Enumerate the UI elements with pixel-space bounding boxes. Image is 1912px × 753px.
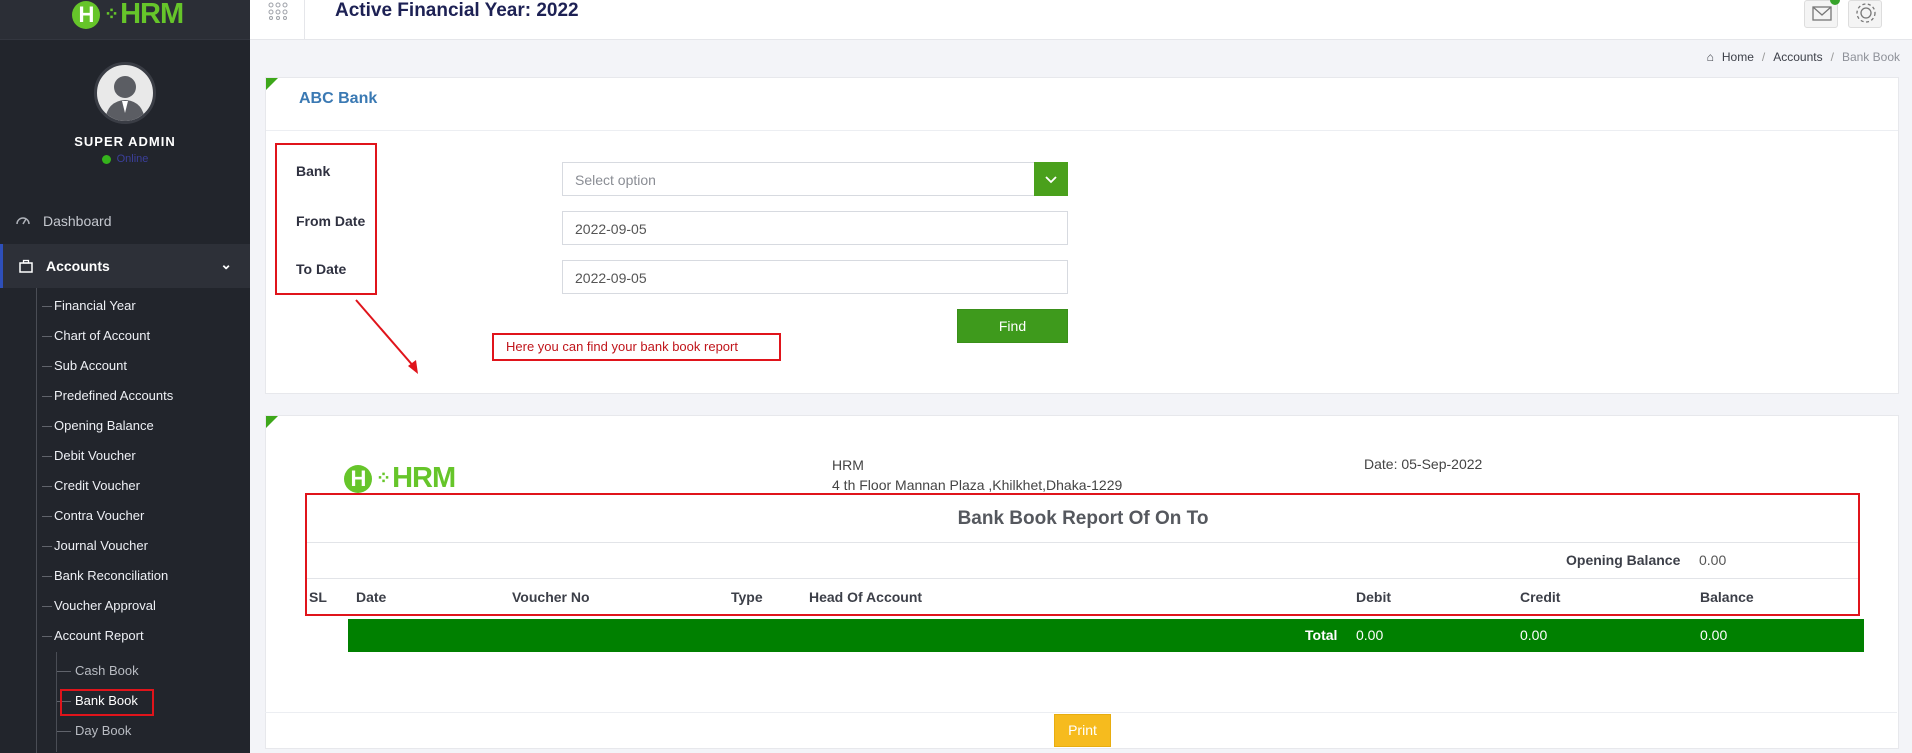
report-date: Date: 05-Sep-2022	[1364, 456, 1483, 472]
avatar[interactable]	[94, 62, 156, 124]
logo-text: HRM	[120, 0, 184, 30]
report-logo: H ⁘ HRM	[344, 462, 456, 495]
total-row: Total 0.00 0.00 0.00	[348, 619, 1864, 652]
company-address: 4 th Floor Mannan Plaza ,Khilkhet,Dhaka-…	[832, 477, 1123, 493]
user-name: SUPER ADMIN	[74, 134, 176, 149]
sidebar-item-cash-book[interactable]: Cash Book	[57, 663, 139, 678]
tree-line-nested	[56, 652, 57, 752]
breadcrumb-separator: /	[1761, 50, 1766, 64]
sidebar-item-contra-voucher[interactable]: Contra Voucher	[41, 508, 144, 523]
breadcrumb: ⌂ Home / Accounts / Bank Book	[1707, 50, 1900, 64]
report-header-highlight	[305, 493, 1860, 616]
logo-dots-icon: ⁘	[376, 468, 391, 488]
sidebar-item-voucher-approval[interactable]: Voucher Approval	[42, 598, 156, 613]
sidebar-item-label: Accounts	[46, 258, 110, 274]
tree-line	[36, 288, 37, 753]
total-balance: 0.00	[1700, 627, 1728, 643]
company-name: HRM	[832, 457, 864, 473]
logo-mark-icon: H	[72, 0, 100, 29]
card-title: ABC Bank	[299, 90, 378, 107]
sidebar-item-sub-account[interactable]: Sub Account	[42, 358, 127, 373]
header-divider	[304, 0, 305, 40]
to-date-input[interactable]: 2022-09-05	[562, 260, 1068, 294]
home-icon: ⌂	[1706, 50, 1714, 64]
chevron-down-icon[interactable]: ⌄	[220, 256, 232, 273]
apps-grid-icon[interactable]	[268, 2, 288, 20]
logo-dots-icon: ⁘	[104, 4, 119, 24]
print-button[interactable]: Print	[1054, 714, 1111, 747]
sidebar-logo-bar: H ⁘ HRM	[0, 0, 250, 40]
sidebar-item-day-book[interactable]: Day Book	[56, 723, 131, 738]
card-corner	[266, 416, 278, 428]
sidebar-item-label: Dashboard	[43, 213, 112, 229]
total-label: Total	[1305, 627, 1338, 643]
mail-icon	[1812, 6, 1832, 21]
sidebar-item-opening-balance[interactable]: Opening Balance	[42, 418, 154, 433]
bank-book-highlight	[60, 689, 154, 716]
sidebar-item-bank-reconciliation[interactable]: Bank Reconciliation	[41, 568, 168, 583]
bank-select-dropdown-button[interactable]	[1034, 162, 1068, 196]
mail-button[interactable]	[1804, 0, 1840, 28]
find-button[interactable]: Find	[957, 309, 1068, 343]
sidebar-item-predefined-accounts[interactable]: Predefined Accounts	[41, 388, 173, 403]
total-debit: 0.00	[1356, 627, 1384, 643]
breadcrumb-current: Bank Book	[1841, 50, 1900, 64]
print-divider	[265, 712, 1897, 713]
sidebar-item-chart-of-account[interactable]: Chart of Account	[41, 328, 150, 343]
sidebar-item-credit-voucher[interactable]: Credit Voucher	[42, 478, 140, 493]
app-logo[interactable]: H ⁘ HRM	[72, 0, 184, 31]
from-date-input[interactable]: 2022-09-05	[562, 211, 1068, 245]
user-status-text: Online	[116, 153, 149, 165]
bank-select[interactable]: Select option	[562, 162, 1068, 196]
user-status: Online	[0, 153, 250, 165]
labels-highlight	[275, 143, 377, 295]
sidebar-item-accounts[interactable]: Accounts ⌄	[0, 244, 250, 288]
chevron-down-icon	[1045, 176, 1057, 184]
sidebar-item-debit-voucher[interactable]: Debit Voucher	[42, 448, 136, 463]
annotation-note: Here you can find your bank book report	[492, 333, 781, 361]
card-divider	[266, 130, 1898, 131]
breadcrumb-separator: /	[1830, 50, 1834, 64]
total-credit: 0.00	[1520, 627, 1548, 643]
sidebar-item-financial-year[interactable]: Financial Year	[42, 298, 136, 313]
sidebar-item-account-report[interactable]: Account Report	[42, 628, 144, 643]
sidebar-item-dashboard[interactable]: Dashboard	[0, 210, 250, 232]
breadcrumb-accounts[interactable]: Accounts	[1773, 50, 1822, 64]
briefcase-icon	[19, 259, 33, 273]
card-corner	[266, 78, 278, 90]
breadcrumb-home[interactable]: Home	[1722, 50, 1754, 64]
user-profile: SUPER ADMIN Online	[0, 62, 250, 165]
settings-button[interactable]	[1848, 0, 1882, 28]
dashboard-gauge-icon	[16, 217, 30, 225]
sidebar-item-journal-voucher[interactable]: Journal Voucher	[42, 538, 148, 553]
page-title: Active Financial Year: 2022	[335, 0, 579, 21]
online-dot-icon	[101, 154, 111, 164]
sidebar: H ⁘ HRM SUPER ADMIN Online Dashboard Accou…	[0, 0, 250, 753]
report-logo-text: HRM	[392, 462, 456, 494]
annotation-arrow-icon	[355, 299, 418, 374]
logo-mark-icon: H	[344, 464, 372, 493]
company-address-block: HRM 4 th Floor Mannan Plaza ,Khilkhet,Dh…	[832, 455, 1122, 495]
top-header: Active Financial Year: 2022	[250, 0, 1912, 40]
user-silhouette-icon	[105, 76, 145, 121]
gear-icon	[1856, 3, 1876, 23]
